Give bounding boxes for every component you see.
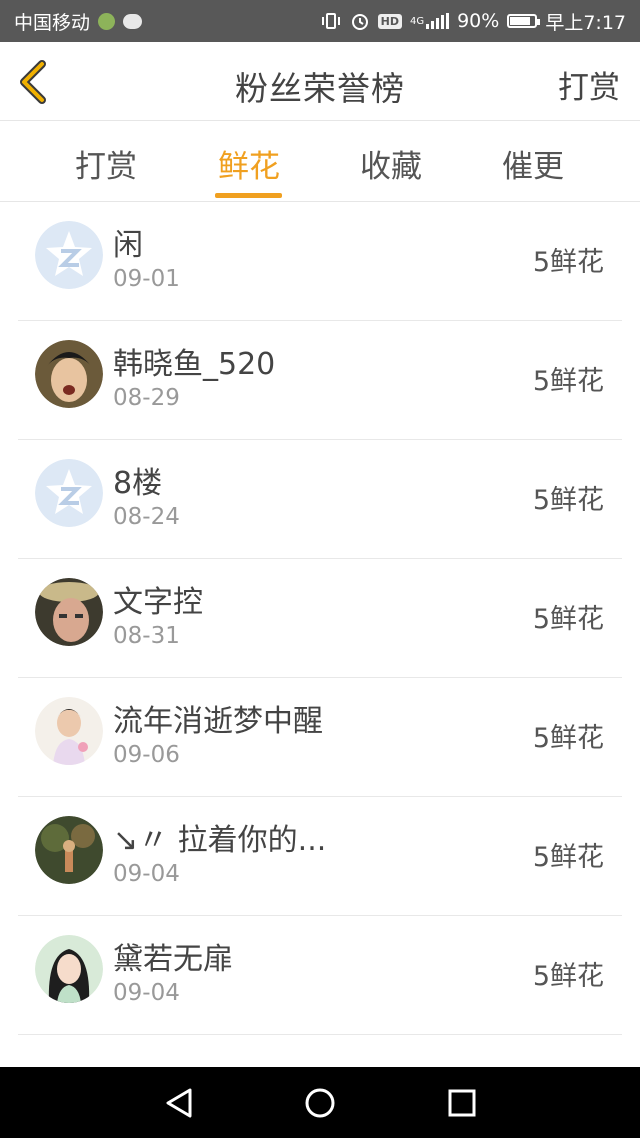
fan-date: 08-24: [113, 504, 180, 530]
user-photo-avatar: [35, 697, 103, 765]
fan-date: 09-04: [113, 980, 180, 1006]
list-item[interactable]: 闲 09-01 5鲜花: [18, 202, 622, 321]
fan-date: 08-31: [113, 623, 180, 649]
fan-name: 黛若无扉: [113, 942, 233, 977]
list-item[interactable]: 黛若无扉 09-04 5鲜花: [18, 916, 622, 1035]
reward-button[interactable]: 打赏: [558, 62, 620, 107]
clock: 早上7:17: [545, 11, 626, 34]
default-star-avatar-icon: [35, 459, 103, 527]
fan-list: 闲 09-01 5鲜花 韩晓鱼_520 08-29 5鲜花 8楼 08-24 5…: [0, 202, 640, 1035]
fan-date: 08-29: [113, 385, 180, 411]
fan-name: 文字控: [113, 585, 203, 620]
tab-favorites[interactable]: 收藏: [331, 141, 451, 186]
hd-icon: HD: [377, 13, 402, 29]
vibrate-icon: [320, 12, 342, 30]
battery-percent: 90%: [457, 10, 500, 32]
fan-name: 韩晓鱼_520: [113, 347, 276, 382]
user-photo-avatar: [35, 935, 103, 1003]
battery-icon: [507, 14, 541, 28]
network-type-label: 4G: [409, 15, 425, 27]
tab-bar: 打赏 鲜花 收藏 催更: [0, 121, 640, 202]
fan-name: 流年消逝梦中醒: [113, 704, 323, 739]
carrier-label: 中国移动: [14, 11, 91, 34]
fan-name: 闲: [113, 228, 143, 263]
list-item[interactable]: 韩晓鱼_520 08-29 5鲜花: [18, 321, 622, 440]
list-item[interactable]: 文字控 08-31 5鲜花: [18, 559, 622, 678]
home-circle-icon[interactable]: [300, 1085, 340, 1121]
tab-flowers[interactable]: 鲜花: [189, 141, 309, 186]
fan-date: 09-01: [113, 266, 180, 292]
flower-count: 5鲜花: [532, 723, 604, 754]
fan-date: 09-06: [113, 742, 180, 768]
list-item[interactable]: 8楼 08-24 5鲜花: [18, 440, 622, 559]
list-item[interactable]: ↘〃 拉着你的... 09-04 5鲜花: [18, 797, 622, 916]
default-star-avatar-icon: [35, 221, 103, 289]
back-triangle-icon[interactable]: [160, 1085, 200, 1121]
alarm-icon: [350, 11, 370, 31]
app-notification-icon: [98, 12, 116, 30]
flower-count: 5鲜花: [532, 842, 604, 873]
fan-name: 8楼: [113, 466, 163, 501]
signal-icon: 4G: [409, 13, 450, 29]
flower-count: 5鲜花: [532, 366, 604, 397]
status-bar: 中国移动 HD 4G 90% 早上7:17: [0, 0, 640, 42]
list-item[interactable]: 流年消逝梦中醒 09-06 5鲜花: [18, 678, 622, 797]
tab-urge-update[interactable]: 催更: [473, 141, 593, 186]
flower-count: 5鲜花: [532, 604, 604, 635]
flower-count: 5鲜花: [532, 961, 604, 992]
flower-count: 5鲜花: [532, 485, 604, 516]
fan-date: 09-04: [113, 861, 180, 887]
active-tab-indicator: [215, 193, 282, 198]
chat-notification-icon: [123, 13, 143, 29]
user-photo-avatar: [35, 340, 103, 408]
system-nav-bar: [0, 1067, 640, 1138]
user-photo-avatar: [35, 578, 103, 646]
flower-count: 5鲜花: [532, 247, 604, 278]
page-title: 粉丝荣誉榜: [235, 69, 405, 108]
fan-name: ↘〃 拉着你的...: [113, 823, 327, 858]
recents-square-icon[interactable]: [442, 1085, 482, 1121]
header: 粉丝荣誉榜 打赏: [0, 42, 640, 121]
tab-reward[interactable]: 打赏: [46, 141, 166, 186]
user-photo-avatar: [35, 816, 103, 884]
